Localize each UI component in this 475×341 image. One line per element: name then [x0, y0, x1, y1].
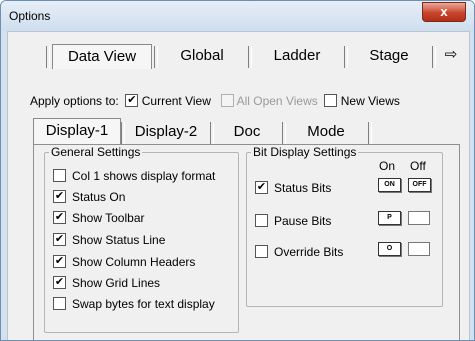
bit-display-settings-title: Bit Display Settings	[253, 145, 357, 159]
option-status-bits[interactable]: Status Bits	[255, 181, 331, 195]
all-open-views-checkbox	[220, 94, 234, 107]
checkbox[interactable]	[53, 255, 66, 268]
tab-scroll-right-icon[interactable]: ⇨	[440, 45, 462, 65]
tab-ladder[interactable]: Ladder	[252, 44, 342, 68]
checkbox[interactable]	[53, 276, 66, 289]
pause-bits-off-icon[interactable]	[408, 211, 430, 225]
option-label: Show Grid Lines	[72, 276, 161, 290]
option-show-status-line[interactable]: Show Status Line	[53, 233, 165, 247]
tab-doc[interactable]: Doc	[214, 120, 280, 144]
checkbox[interactable]	[53, 190, 66, 203]
checkbox[interactable]	[255, 245, 268, 258]
checkbox[interactable]	[53, 169, 66, 182]
checkbox[interactable]	[255, 181, 268, 194]
option-label: Show Status Line	[72, 233, 166, 247]
option-pause-bits[interactable]: Pause Bits	[255, 214, 331, 228]
options-window: Options x Data View Global Ladder Stage …	[0, 0, 475, 341]
tab-mode[interactable]: Mode	[286, 120, 366, 144]
close-button[interactable]: x	[422, 2, 466, 22]
checkbox[interactable]	[53, 211, 66, 224]
option-swap-bytes[interactable]: Swap bytes for text display	[53, 297, 215, 311]
status-bits-on-icon[interactable]: ON	[378, 178, 401, 192]
override-bits-on-icon[interactable]: O	[378, 242, 401, 256]
on-column-header: On	[379, 159, 396, 173]
option-label: Show Column Headers	[72, 255, 196, 269]
option-label: Override Bits	[274, 245, 344, 259]
dialog-client-area: Data View Global Ladder Stage ⇨ Apply op…	[7, 31, 470, 340]
tab-display-1[interactable]: Display-1	[33, 118, 121, 146]
tab-data-view[interactable]: Data View	[52, 44, 152, 69]
status-bits-off-icon[interactable]: OFF	[408, 178, 431, 192]
option-status-on[interactable]: Status On	[53, 190, 125, 204]
option-label: Swap bytes for text display	[72, 297, 215, 311]
option-show-grid-lines[interactable]: Show Grid Lines	[53, 276, 160, 290]
general-settings-title: General Settings	[51, 145, 141, 159]
override-bits-off-icon[interactable]	[408, 242, 430, 256]
tab-separator	[46, 46, 50, 68]
current-view-checkbox[interactable]	[125, 94, 139, 107]
apply-options-label: Apply options to:	[30, 94, 119, 108]
option-label: Pause Bits	[274, 214, 332, 228]
checkbox[interactable]	[255, 214, 268, 227]
current-view-label: Current View	[141, 94, 211, 108]
tab-separator	[432, 46, 436, 68]
option-show-toolbar[interactable]: Show Toolbar	[53, 211, 145, 225]
tab-stage[interactable]: Stage	[348, 44, 430, 68]
option-override-bits[interactable]: Override Bits	[255, 245, 343, 259]
option-label: Show Toolbar	[72, 211, 145, 225]
general-settings-group: General Settings Col 1 shows display for…	[44, 145, 239, 333]
apply-options-row: Apply options to: Current View All Open …	[30, 94, 400, 108]
option-show-column-headers[interactable]: Show Column Headers	[53, 255, 195, 269]
new-views-label: New Views	[340, 94, 400, 108]
title-bar[interactable]: Options x	[1, 1, 474, 31]
pause-bits-on-icon[interactable]: P	[378, 211, 401, 225]
tab-global[interactable]: Global	[158, 44, 246, 68]
checkbox[interactable]	[53, 297, 66, 310]
checkbox[interactable]	[53, 233, 66, 246]
all-open-views-label: All Open Views	[236, 94, 318, 108]
window-title: Options	[9, 9, 51, 23]
new-views-checkbox[interactable]	[324, 94, 338, 107]
tab-display-2[interactable]: Display-2	[125, 120, 207, 144]
option-label: Status Bits	[274, 181, 332, 195]
option-label: Col 1 shows display format	[72, 169, 216, 183]
display-1-panel: General Settings Col 1 shows display for…	[33, 144, 460, 340]
off-column-header: Off	[410, 159, 426, 173]
bit-display-settings-group: Bit Display Settings On Off Status Bits …	[246, 145, 443, 307]
option-label: Status On	[72, 190, 126, 204]
option-col1-display-format[interactable]: Col 1 shows display format	[53, 169, 215, 183]
tab-separator	[368, 122, 372, 144]
